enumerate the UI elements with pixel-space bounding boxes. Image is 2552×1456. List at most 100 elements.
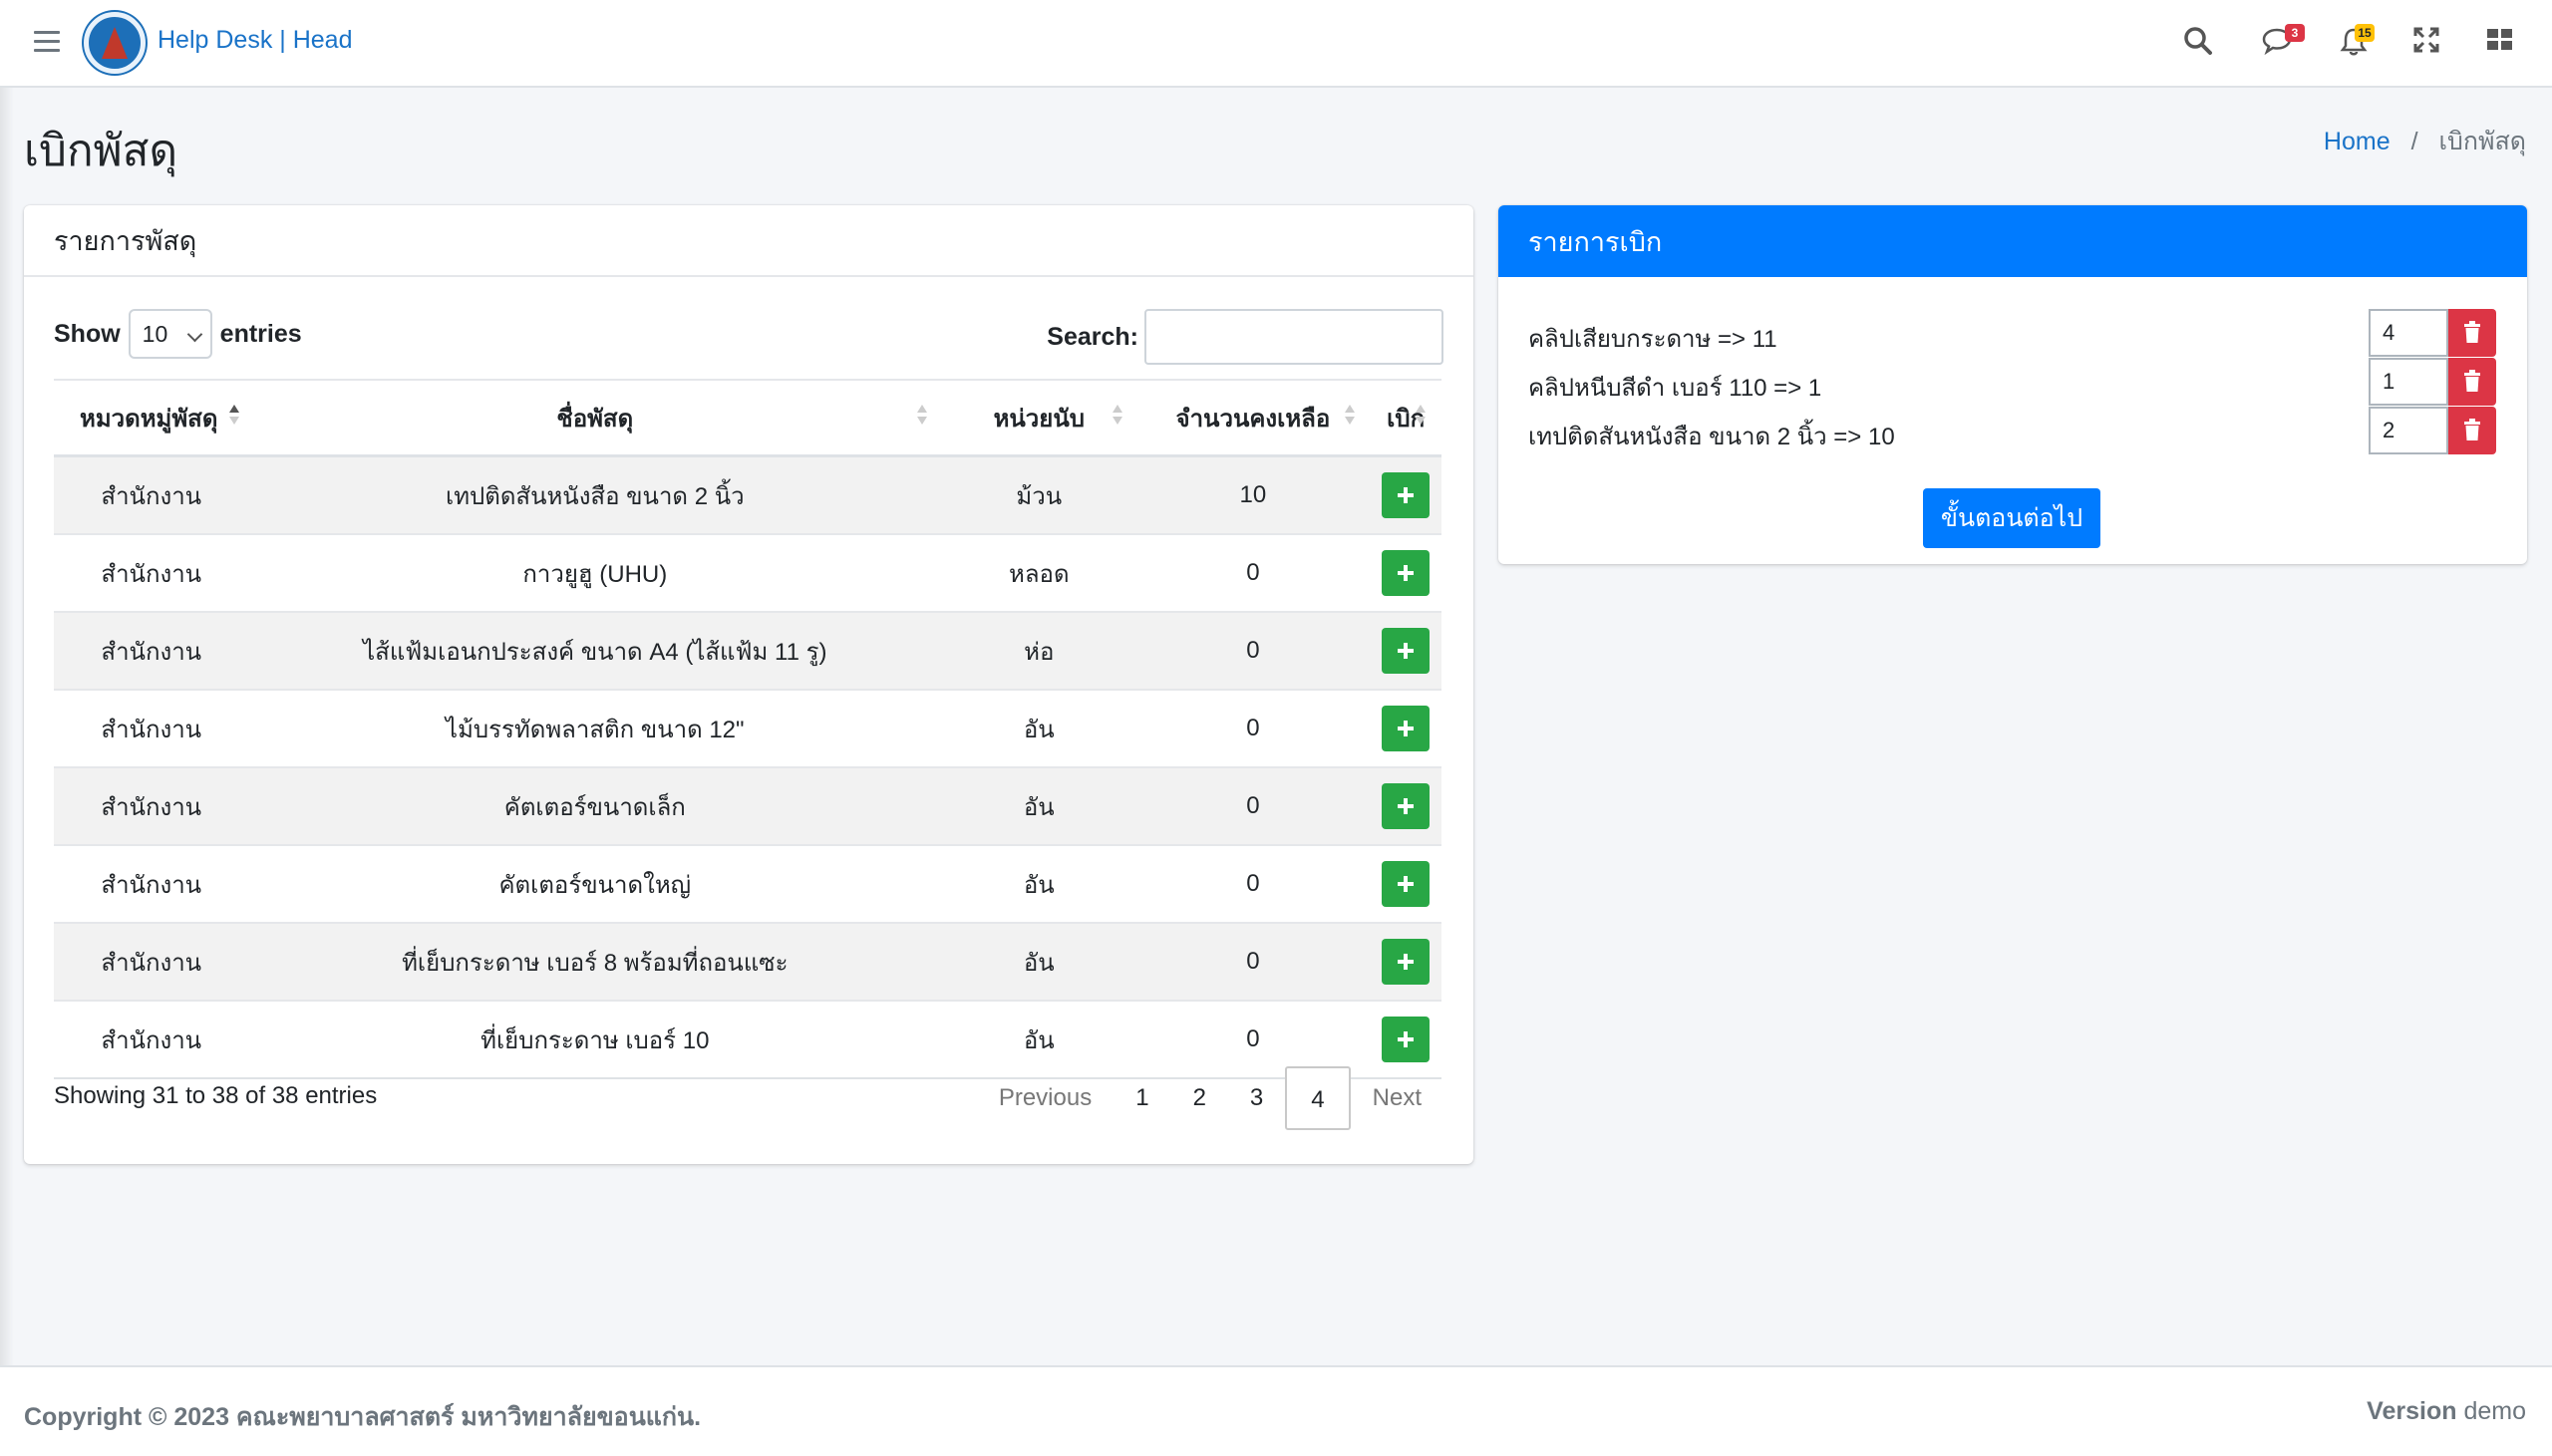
search-label: Search: [1047,322,1138,351]
next-step-button[interactable]: ขั้นตอนต่อไป [1923,488,2100,548]
cell-name: ที่เย็บกระดาษ เบอร์ 8 พร้อมที่ถอนแซะ [248,922,942,1001]
page-length-select[interactable]: 10 [128,309,212,359]
column-header-name[interactable]: ชื่อพัสดุ [248,379,942,457]
logo[interactable] [84,12,146,74]
request-list-card: รายการเบิก คลิปเสียบกระดาษ => 11 4 คลิปห… [1498,205,2527,564]
cell-name: ไม้บรรทัดพลาสติก ขนาด 12" [248,689,942,767]
table-row: สำนักงาน ไส้แฟ้มเอนกประสงค์ ขนาด A4 (ไส้… [54,611,1441,690]
cell-category: สำนักงาน [54,533,249,612]
pagination-page-4[interactable]: 4 [1285,1066,1351,1130]
add-item-button[interactable] [1381,472,1430,518]
trash-icon [2464,321,2480,343]
request-item-label: คลิปเสียบกระดาษ => 11 [1528,326,1777,353]
delete-item-button[interactable] [2448,309,2496,357]
cell-category: สำนักงาน [54,689,249,767]
breadcrumb-home[interactable]: Home [2324,128,2391,155]
column-header-category[interactable]: หมวดหมู่พัสดุ [54,379,249,457]
bell-icon[interactable]: 15 [2339,24,2375,62]
menu-icon[interactable] [34,31,60,53]
request-qty-input[interactable]: 2 [2369,407,2448,454]
trash-icon [2464,370,2480,392]
footer: Copyright © 2023 คณะพยาบาลศาสตร์ มหาวิทย… [0,1365,2552,1456]
page-title: เบิกพัสดุ [24,127,178,175]
table-row: สำนักงาน กาวยูฮู (UHU) หลอด 0 [54,533,1441,612]
request-item-label: คลิปหนีบสีดำ เบอร์ 110 => 1 [1528,375,1822,402]
brand-title[interactable]: Help Desk | Head [158,26,352,55]
cell-unit: หลอด [941,533,1137,612]
add-item-button[interactable] [1381,1017,1430,1062]
expand-icon[interactable] [2412,26,2448,62]
stock-card-title: รายการพัสดุ [24,205,1473,277]
sort-icon [917,405,928,427]
footer-copyright: Copyright © 2023 คณะพยาบาลศาสตร์ มหาวิทย… [24,1403,702,1431]
search-control: Search: [1047,309,1443,365]
table-row: สำนักงาน ไม้บรรทัดพลาสติก ขนาด 12" อัน 0 [54,689,1441,767]
page-length-control: Show 10 entries [54,309,302,359]
cell-action [1369,766,1441,845]
entries-label: entries [219,319,302,348]
version-label: Version [2367,1397,2457,1425]
search-icon[interactable] [2183,26,2219,62]
table-info: Showing 31 to 38 of 38 entries [54,1082,378,1109]
request-item: เทปติดสันหนังสือ ขนาด 2 นิ้ว => 10 2 [1528,407,2496,454]
request-card-title: รายการเบิก [1498,205,2527,277]
cell-action [1369,533,1441,612]
add-item-button[interactable] [1381,861,1430,907]
page-length-value: 10 [142,321,168,347]
table-row: สำนักงาน ที่เย็บกระดาษ เบอร์ 8 พร้อมที่ถ… [54,922,1441,1001]
delete-item-button[interactable] [2448,407,2496,454]
column-header-remaining[interactable]: จำนวนคงเหลือ [1136,379,1370,457]
cell-name: ไส้แฟ้มเอนกประสงค์ ขนาด A4 (ไส้แฟ้ม 11 ร… [248,611,942,690]
cell-name: ที่เย็บกระดาษ เบอร์ 10 [248,1000,942,1079]
pagination-page-3[interactable]: 3 [1228,1066,1285,1130]
pagination-previous[interactable]: Previous [977,1066,1114,1130]
request-item-label: เทปติดสันหนังสือ ขนาด 2 นิ้ว => 10 [1528,424,1895,450]
pagination-page-2[interactable]: 2 [1171,1066,1228,1130]
pagination-next[interactable]: Next [1351,1066,1443,1130]
top-navbar: Help Desk | Head 3 15 [0,0,2552,88]
trash-icon [2464,419,2480,440]
pagination-page-1[interactable]: 1 [1114,1066,1170,1130]
delete-item-button[interactable] [2448,358,2496,406]
sort-asc-icon [228,405,239,427]
sidebar-edge [0,88,14,1365]
grid-icon[interactable] [2486,26,2522,62]
cell-action [1369,611,1441,690]
request-qty-input[interactable]: 1 [2369,358,2448,406]
pagination: Previous 1 2 3 4 Next [977,1066,1443,1130]
add-item-button[interactable] [1381,706,1430,751]
add-item-button[interactable] [1381,628,1430,674]
add-item-button[interactable] [1381,550,1430,596]
breadcrumb-current: เบิกพัสดุ [2438,128,2526,155]
search-input[interactable] [1144,309,1443,365]
breadcrumb: Home / เบิกพัสดุ [2324,122,2526,161]
cell-name: คัตเตอร์ขนาดใหญ่ [248,844,942,923]
table-row: สำนักงาน คัตเตอร์ขนาดใหญ่ อัน 0 [54,844,1441,923]
stock-table: หมวดหมู่พัสดุ ชื่อพัสดุ หน่วยนับ จำนวนคง… [54,379,1441,1079]
messages-badge: 3 [2285,24,2305,42]
column-header-request[interactable]: เบิก [1369,379,1441,457]
cell-unit: ห่อ [941,611,1137,690]
cell-unit: ม้วน [941,454,1137,534]
chevron-down-icon [186,326,202,343]
comments-icon[interactable]: 3 [2261,24,2305,62]
table-row: สำนักงาน เทปติดสันหนังสือ ขนาด 2 นิ้ว ม้… [54,454,1441,534]
show-label: Show [54,319,121,348]
add-item-button[interactable] [1381,783,1430,829]
cell-unit: อัน [941,922,1137,1001]
cell-category: สำนักงาน [54,454,249,534]
column-label: หน่วยนับ [993,405,1085,433]
cell-category: สำนักงาน [54,611,249,690]
cell-action [1369,922,1441,1001]
sort-icon [1416,405,1426,427]
cell-remaining: 0 [1136,533,1370,612]
footer-version: Version demo [2367,1397,2526,1426]
cell-action [1369,689,1441,767]
add-item-button[interactable] [1381,939,1430,985]
cell-remaining: 0 [1136,922,1370,1001]
request-qty-input[interactable]: 4 [2369,309,2448,357]
version-value: demo [2463,1397,2526,1425]
cell-remaining: 0 [1136,611,1370,690]
cell-action [1369,454,1441,534]
column-header-unit[interactable]: หน่วยนับ [941,379,1137,457]
